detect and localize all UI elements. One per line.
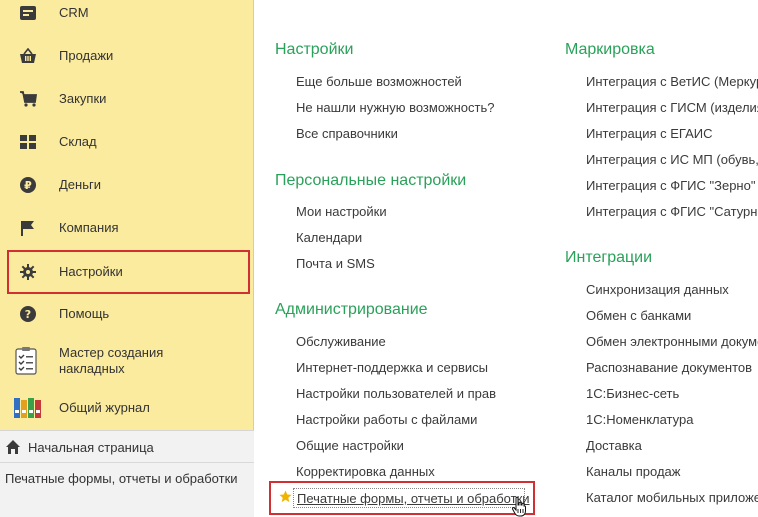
help-icon: ? xyxy=(18,304,38,324)
sidebar-item-settings[interactable]: Настройки xyxy=(7,250,250,294)
link-egais[interactable]: Интеграция с ЕГАИС xyxy=(586,126,712,141)
crm-icon xyxy=(18,3,38,23)
section-title-admin: Администрирование xyxy=(275,301,428,318)
link-is-mp[interactable]: Интеграция с ИС МП (обувь, xyxy=(586,152,758,167)
link-mail-sms[interactable]: Почта и SMS xyxy=(296,256,375,271)
link-business-network[interactable]: 1С:Бизнес-сеть xyxy=(586,386,679,401)
home-icon xyxy=(5,439,21,455)
sidebar-item-purchases[interactable]: Закупки xyxy=(0,77,254,120)
sidebar-item-label: Закупки xyxy=(59,90,107,106)
link-edi-exchange[interactable]: Обмен электронными докуме xyxy=(586,334,758,349)
section-title-personal: Персональные настройки xyxy=(275,172,467,189)
sidebar-item-warehouse[interactable]: Склад xyxy=(0,120,254,163)
star-icon[interactable] xyxy=(279,490,293,504)
binders-icon xyxy=(12,395,46,421)
link-fgis-zerno[interactable]: Интеграция с ФГИС "Зерно" xyxy=(586,178,755,193)
sidebar-item-crm[interactable]: CRM xyxy=(0,0,254,34)
section-title-settings: Настройки xyxy=(275,41,354,58)
sidebar-item-label: Склад xyxy=(59,133,97,149)
link-print-forms[interactable]: Печатные формы, отчеты и обработки xyxy=(297,491,530,506)
link-general-settings[interactable]: Общие настройки xyxy=(296,438,404,453)
svg-text:?: ? xyxy=(25,308,31,321)
flag-icon xyxy=(18,218,38,238)
cart-icon xyxy=(18,89,38,109)
link-data-correction[interactable]: Корректировка данных xyxy=(296,464,435,479)
sidebar-item-invoice-wizard[interactable]: Мастер создания накладных xyxy=(0,338,254,384)
link-gism[interactable]: Интеграция с ГИСМ (изделия xyxy=(586,100,758,115)
link-data-sync[interactable]: Синхронизация данных xyxy=(586,282,729,297)
favorite-link-highlight: Печатные формы, отчеты и обработки xyxy=(269,481,535,517)
sidebar-item-label: Компания xyxy=(59,219,119,235)
link-my-settings[interactable]: Мои настройки xyxy=(296,204,387,219)
sidebar-item-label: Настройки xyxy=(59,264,123,279)
ruble-icon: ₽ xyxy=(18,175,38,195)
home-page-label: Начальная страница xyxy=(28,440,154,455)
sidebar-item-label: Общий журнал xyxy=(59,399,150,415)
link-all-catalogs[interactable]: Все справочники xyxy=(296,126,398,141)
sidebar-item-sales[interactable]: Продажи xyxy=(0,34,254,77)
sidebar-item-general-journal[interactable]: Общий журнал xyxy=(0,386,254,429)
checklist-icon xyxy=(12,346,42,376)
sidebar-item-label: CRM xyxy=(59,4,89,20)
sidebar-item-label: Деньги xyxy=(59,176,101,192)
sidebar-item-label: Помощь xyxy=(59,305,110,321)
link-doc-recognition[interactable]: Распознавание документов xyxy=(586,360,752,375)
link-more-features[interactable]: Еще больше возможностей xyxy=(296,74,462,89)
link-vetis[interactable]: Интеграция с ВетИС (Меркур xyxy=(586,74,758,89)
sidebar: CRM Продажи Закупки Склад ₽ Деньги Компа… xyxy=(0,0,254,517)
warehouse-icon xyxy=(18,132,38,152)
settings-panel: Настройки Еще больше возможностей Не наш… xyxy=(255,0,758,517)
link-calendars[interactable]: Календари xyxy=(296,230,362,245)
open-window-item[interactable]: Печатные формы, отчеты и обработки xyxy=(5,471,245,487)
sidebar-item-label: Мастер создания накладных xyxy=(59,345,164,376)
sidebar-item-money[interactable]: ₽ Деньги xyxy=(0,163,254,206)
link-mobile-apps[interactable]: Каталог мобильных приложе xyxy=(586,490,758,505)
link-internet-support[interactable]: Интернет-поддержка и сервисы xyxy=(296,360,488,375)
link-user-rights[interactable]: Настройки пользователей и прав xyxy=(296,386,496,401)
home-page-item[interactable]: Начальная страница xyxy=(0,431,254,463)
link-bank-exchange[interactable]: Обмен с банками xyxy=(586,308,691,323)
gear-icon xyxy=(18,262,38,282)
section-title-marking: Маркировка xyxy=(565,41,655,58)
open-windows-panel: Начальная страница Печатные формы, отчет… xyxy=(0,430,254,517)
sidebar-item-company[interactable]: Компания xyxy=(0,206,254,249)
link-delivery[interactable]: Доставка xyxy=(586,438,642,453)
link-not-found-feature[interactable]: Не нашли нужную возможность? xyxy=(296,100,494,115)
link-sales-channels[interactable]: Каналы продаж xyxy=(586,464,680,479)
hand-cursor-icon xyxy=(511,496,528,517)
sidebar-item-label: Продажи xyxy=(59,47,114,63)
link-nomenclature[interactable]: 1С:Номенклатура xyxy=(586,412,693,427)
svg-text:₽: ₽ xyxy=(24,179,32,192)
section-title-integrations: Интеграции xyxy=(565,249,653,266)
sidebar-item-help[interactable]: ? Помощь xyxy=(0,292,254,335)
link-fgis-saturn[interactable]: Интеграция с ФГИС "Сатурн" xyxy=(586,204,758,219)
basket-icon xyxy=(18,46,38,66)
link-maintenance[interactable]: Обслуживание xyxy=(296,334,386,349)
link-file-settings[interactable]: Настройки работы с файлами xyxy=(296,412,477,427)
